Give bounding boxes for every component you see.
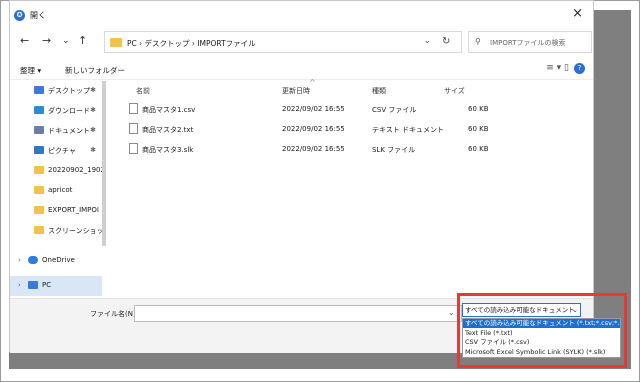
column-header-name[interactable]: 名前 (136, 86, 150, 96)
file-date: 2022/09/02 16:55 (282, 145, 345, 153)
filename-label: ファイル名(N): (90, 310, 139, 318)
search-placeholder: IMPORTファイルの検索 (490, 39, 566, 47)
file-size: 60 KB (468, 145, 489, 153)
computer-icon (28, 281, 38, 289)
forward-arrow-icon[interactable]: → (42, 35, 51, 47)
file-size: 60 KB (468, 125, 489, 133)
file-size: 60 KB (468, 105, 489, 113)
file-list: 名前 ^ 更新日時 種類 サイズ 商品マスタ1.csv 2022/09/02 1… (114, 78, 590, 298)
chevron-right-icon[interactable]: › (18, 281, 21, 289)
file-type-option[interactable]: Text File (*.txt) (463, 329, 620, 338)
search-icon: ⚲ (475, 37, 481, 46)
file-type-option[interactable]: Microsoft Excel Symbolic Link (SYLK) (*.… (463, 348, 620, 357)
pin-icon: ✱ (90, 126, 96, 134)
column-header-size[interactable]: サイズ (444, 86, 465, 96)
sidebar-scrollbar[interactable] (102, 81, 106, 246)
sidebar-item-label: 20220902_1902 (48, 166, 102, 174)
navigation-pane: デスクトップ ✱ ダウンロード ✱ ドキュメント ✱ ピクチャ ✱ 202209… (10, 81, 102, 298)
app-icon: ✪ (14, 10, 25, 21)
title-bar: ✪ 開く × (10, 1, 593, 29)
address-path: PC › デスクトップ › IMPORTファイル (127, 39, 256, 48)
pin-icon: ✱ (90, 106, 96, 114)
sidebar-item-label: スクリーンショット (48, 227, 102, 235)
help-icon[interactable]: ? (574, 63, 585, 74)
sidebar-item-label: PC (42, 281, 52, 289)
file-row[interactable]: 商品マスタ3.slk 2022/09/02 16:55 SLK ファイル 60 … (114, 140, 590, 158)
pin-icon: ✱ (90, 86, 96, 94)
folder-icon (34, 186, 44, 194)
file-icon (129, 123, 138, 134)
column-header-type[interactable]: 種類 (372, 86, 386, 96)
command-bar: 整理 ▾ 新しいフォルダー ≡ ▾ ▯? (10, 60, 593, 80)
folder-icon (34, 166, 44, 174)
sidebar-item-folder-apricot[interactable]: apricot (10, 181, 102, 201)
up-arrow-icon[interactable]: ↑ (78, 35, 87, 47)
picture-icon (34, 146, 44, 154)
file-date: 2022/09/02 16:55 (282, 125, 345, 133)
sidebar-item-label: ドキュメント (48, 127, 90, 135)
folder-icon (110, 38, 122, 47)
pin-icon: ✱ (90, 146, 96, 154)
navigation-bar: ← → ⌄ ↑ PC › デスクトップ › IMPORTファイル ⌄ ↻ ⚲ I… (10, 29, 593, 57)
sidebar-item-label: デスクトップ (48, 87, 90, 95)
search-input[interactable]: ⚲ IMPORTファイルの検索 (468, 31, 592, 53)
file-name: 商品マスタ1.csv (142, 106, 196, 114)
file-type-select[interactable]: すべての読み込み可能なドキュメント ⌄ (462, 303, 581, 317)
folder-icon (34, 206, 44, 214)
sidebar-item-folder-export-import[interactable]: EXPORT_IMPOI (10, 201, 102, 221)
view-controls[interactable]: ≡ ▾ ▯? (546, 63, 585, 74)
recent-locations-icon[interactable]: ⌄ (62, 35, 70, 47)
close-icon[interactable]: × (572, 7, 583, 20)
sidebar-item-pictures[interactable]: ピクチャ ✱ (10, 141, 102, 161)
new-folder-button[interactable]: 新しいフォルダー (65, 65, 125, 76)
sidebar-item-pc[interactable]: › PC (10, 276, 102, 296)
file-type: SLK ファイル (372, 146, 416, 154)
folder-icon (34, 226, 44, 234)
sidebar-item-downloads[interactable]: ダウンロード ✱ (10, 101, 102, 121)
dialog-title: 開く (30, 11, 46, 20)
sidebar-item-label: ダウンロード (48, 107, 90, 115)
sidebar-item-label: ピクチャ (48, 147, 76, 155)
chevron-down-icon[interactable]: ⌄ (448, 308, 455, 317)
file-type-dropdown-list: すべての読み込み可能なドキュメント (*.txt;*.csv;*.slk) Te… (462, 318, 621, 358)
file-date: 2022/09/02 16:55 (282, 105, 345, 113)
file-type-option[interactable]: すべての読み込み可能なドキュメント (*.txt;*.csv;*.slk) (463, 319, 620, 328)
chevron-down-icon: ⌄ (572, 306, 578, 314)
organize-button[interactable]: 整理 ▾ (20, 65, 41, 76)
sidebar-item-desktop[interactable]: デスクトップ ✱ (10, 81, 102, 101)
sidebar-item-label: apricot (48, 186, 73, 194)
file-name: 商品マスタ3.slk (142, 146, 194, 154)
file-type-option[interactable]: CSV ファイル (*.csv) (463, 338, 620, 347)
cloud-icon (28, 256, 38, 264)
sidebar-item-label: EXPORT_IMPOI (48, 206, 99, 214)
file-icon (129, 143, 138, 154)
sidebar-item-folder-screenshots[interactable]: スクリーンショット (10, 221, 102, 241)
sidebar-item-onedrive[interactable]: › OneDrive (10, 251, 102, 271)
back-arrow-icon[interactable]: ← (20, 35, 29, 47)
file-type: テキスト ドキュメント (372, 126, 445, 134)
desktop-icon (34, 86, 44, 94)
address-bar[interactable]: PC › デスクトップ › IMPORTファイル ⌄ (104, 31, 462, 53)
download-icon (34, 106, 44, 114)
refresh-icon[interactable]: ↻ (442, 36, 450, 47)
sort-ascending-icon: ^ (309, 78, 316, 87)
filename-input[interactable] (134, 305, 462, 322)
sidebar-item-folder-20220902[interactable]: 20220902_1902 (10, 161, 102, 181)
file-row[interactable]: 商品マスタ1.csv 2022/09/02 16:55 CSV ファイル 60 … (114, 100, 590, 118)
document-icon (34, 126, 44, 134)
chevron-down-icon[interactable]: ⌄ (423, 36, 431, 46)
file-type-selected: すべての読み込み可能なドキュメント (465, 306, 575, 314)
file-type: CSV ファイル (372, 106, 417, 114)
sidebar-item-documents[interactable]: ドキュメント ✱ (10, 121, 102, 141)
column-header-date[interactable]: 更新日時 (282, 86, 310, 96)
file-name: 商品マスタ2.txt (142, 126, 194, 134)
file-row[interactable]: 商品マスタ2.txt 2022/09/02 16:55 テキスト ドキュメント … (114, 120, 590, 138)
sidebar-item-label: OneDrive (42, 256, 75, 264)
file-icon (129, 103, 138, 114)
chevron-right-icon[interactable]: › (18, 256, 21, 264)
view-options-icon[interactable]: ≡ ▾ ▯ (546, 63, 569, 73)
